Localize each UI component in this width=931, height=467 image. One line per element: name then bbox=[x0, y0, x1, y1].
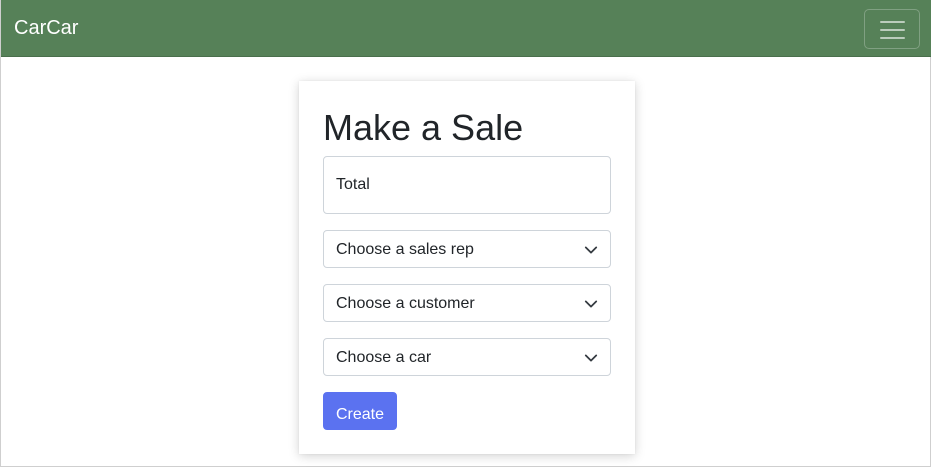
hamburger-menu-icon bbox=[880, 20, 905, 39]
create-button[interactable]: Create bbox=[323, 392, 397, 430]
total-field[interactable] bbox=[323, 156, 611, 214]
sales-rep-select[interactable]: Choose a sales rep bbox=[323, 230, 611, 268]
navbar-toggler-button[interactable] bbox=[864, 9, 920, 49]
top-navbar: CarCar bbox=[1, 0, 931, 57]
customer-select-value: Choose a customer bbox=[336, 295, 475, 312]
customer-select[interactable]: Choose a customer bbox=[323, 284, 611, 322]
sales-rep-select-value: Choose a sales rep bbox=[336, 241, 474, 258]
chevron-down-icon bbox=[584, 300, 598, 308]
car-select-value: Choose a car bbox=[336, 349, 432, 366]
chevron-down-icon bbox=[584, 354, 598, 362]
page-title: Make a Sale bbox=[323, 107, 524, 148]
total-input[interactable] bbox=[336, 157, 596, 213]
sale-form-card: Make a Sale Choose a sales rep Choose a … bbox=[299, 81, 635, 454]
brand-link[interactable]: CarCar bbox=[14, 16, 78, 40]
chevron-down-icon bbox=[584, 246, 598, 254]
page: CarCar Make a Sale Choose a sales rep Ch… bbox=[0, 0, 931, 467]
car-select[interactable]: Choose a car bbox=[323, 338, 611, 376]
